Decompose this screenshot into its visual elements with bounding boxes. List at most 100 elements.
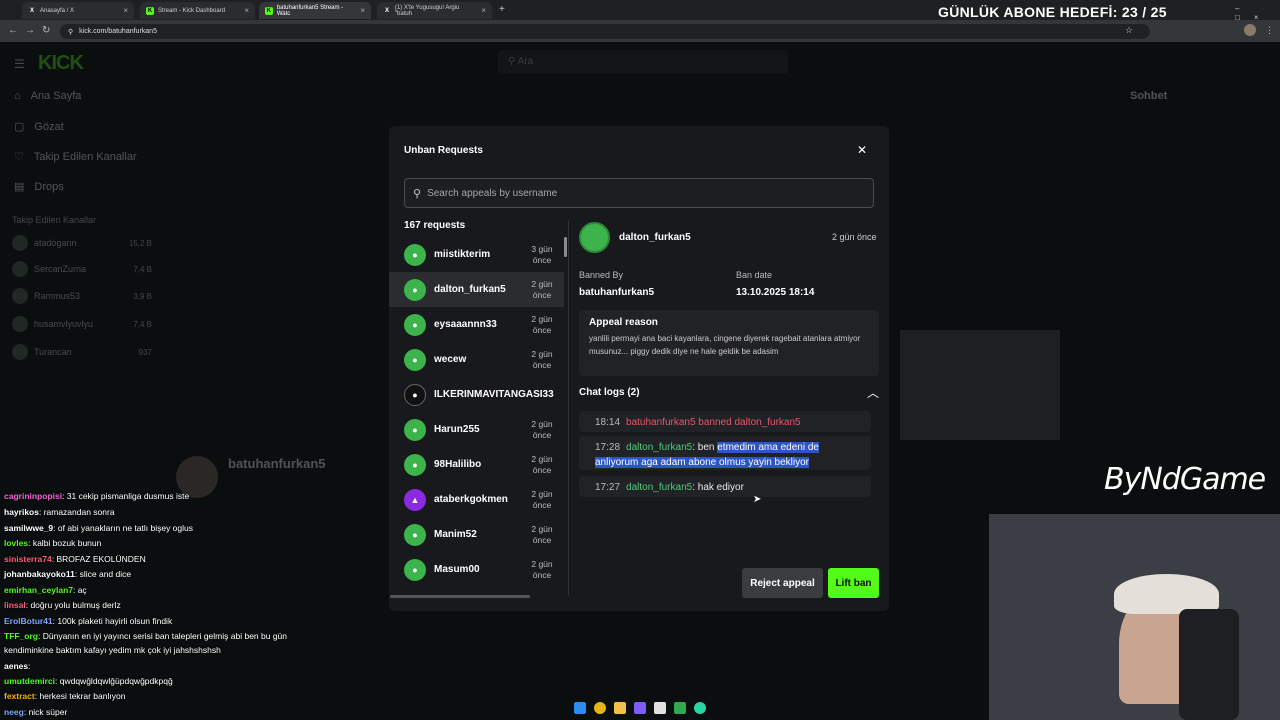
avatar: ● <box>404 243 426 266</box>
chat-message: johanbakayoko11: slice and dice <box>4 569 131 579</box>
tab-title: (1) X'te Yugusugu! Argiu "batuh <box>394 4 460 17</box>
request-time: 3 gün önce <box>531 243 553 265</box>
request-item[interactable]: ▲ ataberkgokmen 2 gün önce <box>389 482 564 517</box>
tab-title: batuhanfurkan5 Stream - Watc <box>276 4 344 17</box>
request-time: 2 gün önce <box>531 523 553 545</box>
reload-icon[interactable]: ↻ <box>42 25 50 36</box>
close-tab-icon[interactable]: × <box>481 6 486 15</box>
request-username: Manim52 <box>434 529 477 540</box>
back-icon[interactable]: ← <box>8 25 18 36</box>
address-bar[interactable]: ⚲ kick.com/batuhanfurkan5 <box>60 24 1150 39</box>
chat-username: neeg <box>4 707 24 717</box>
channel-name: husamvlyuvlyu <box>34 319 94 329</box>
followed-channel[interactable]: Rammus53 3,9 B <box>12 288 152 304</box>
followed-channel[interactable]: husamvlyuvlyu 7,4 B <box>12 316 152 332</box>
browser-tab-active[interactable]: K batuhanfurkan5 Stream - Watc × <box>259 2 371 19</box>
menu-icon[interactable]: ☰ <box>14 57 25 71</box>
request-list[interactable]: ● miistikterim 3 gün önce ● dalton_furkan5 2… <box>389 237 564 597</box>
windows-start-icon[interactable] <box>574 702 586 714</box>
lift-ban-button[interactable]: Lift ban <box>828 568 879 598</box>
nav-label: Takip Edilen Kanallar <box>33 150 137 163</box>
chat-text: : aç <box>72 585 87 595</box>
channel-name: Turancan <box>34 347 72 357</box>
modal-title: Unban Requests <box>404 145 483 156</box>
request-item[interactable]: ● Masum00 2 gün önce <box>389 552 564 587</box>
browser-tab[interactable]: K Stream - Kick Dashboard × <box>140 2 255 19</box>
file-explorer-icon[interactable] <box>614 702 626 714</box>
mouse-cursor: ➤ <box>753 494 762 505</box>
request-item[interactable]: ● eysaaannn33 2 gün önce <box>389 307 564 342</box>
channel-name: SercanZurna <box>34 264 87 274</box>
app-icon[interactable] <box>674 702 686 714</box>
chat-username: fextract <box>4 691 35 701</box>
request-username: miistikterim <box>434 249 491 260</box>
chat-log-entry: 17:27 dalton_furkan5: hak ediyor <box>579 476 871 497</box>
followed-channel[interactable]: SercanZurna 7,4 B <box>12 261 152 277</box>
browser-tab[interactable]: X (1) X'te Yugusugu! Argiu "batuh × <box>377 2 492 19</box>
request-item[interactable]: ● 98Halilibo 2 gün önce <box>389 447 564 482</box>
chat-text: : BROFAZ EKOLÜNDEN <box>51 554 146 564</box>
app-icon[interactable] <box>694 702 706 714</box>
appeal-search-input[interactable] <box>427 187 848 199</box>
request-username: dalton_furkan5 <box>434 284 506 295</box>
close-icon[interactable]: ✕ <box>857 143 867 157</box>
chat-username: cagrininpopisi <box>4 491 63 501</box>
request-item[interactable]: ● miistikterim 3 gün önce <box>389 237 564 272</box>
site-search-input[interactable]: ⚲ Ara <box>498 50 788 74</box>
request-item-selected[interactable]: ● dalton_furkan5 2 gün önce <box>389 272 564 307</box>
log-time: 17:28 <box>595 442 621 453</box>
x-app-icon[interactable] <box>654 702 666 714</box>
chat-message: samilwwe_9: of abi yanakların ne tatlı b… <box>4 523 193 533</box>
chat-text: : of abi yanakların ne tatlı bişey oglus <box>53 523 194 533</box>
profile-avatar[interactable] <box>1244 24 1256 36</box>
request-username: wecew <box>434 354 467 365</box>
close-tab-icon[interactable]: × <box>244 6 249 15</box>
chat-username: TFF_org <box>4 631 38 641</box>
stream-video-frame <box>900 330 1060 440</box>
avatar: ● <box>404 348 426 371</box>
chrome-icon[interactable] <box>594 702 606 714</box>
star-icon[interactable]: ☆ <box>1125 25 1133 36</box>
close-tab-icon[interactable]: × <box>360 6 365 15</box>
nav-following[interactable]: ♡ Takip Edilen Kanallar <box>14 150 137 164</box>
discord-icon[interactable] <box>634 702 646 714</box>
forward-icon[interactable]: → <box>25 25 35 36</box>
reject-appeal-button[interactable]: Reject appeal <box>742 568 823 598</box>
request-username: ataberkgokmen <box>434 494 508 505</box>
browser-tab[interactable]: X Anasayfa / X × <box>22 2 134 19</box>
nav-home[interactable]: ⌂ Ana Sayfa <box>14 90 81 102</box>
viewer-count: 937 <box>138 347 152 357</box>
channel-name[interactable]: batuhanfurkan5 <box>228 456 326 471</box>
nav-drops[interactable]: ▤ Drops <box>14 180 64 194</box>
avatar <box>12 344 28 360</box>
new-tab-icon[interactable]: + <box>499 4 505 15</box>
avatar <box>12 261 28 277</box>
browser-menu-icon[interactable]: ⋮ <box>1265 25 1274 36</box>
chevron-up-icon[interactable]: ︿ <box>867 384 879 401</box>
horizontal-scrollbar[interactable] <box>390 595 530 598</box>
request-item[interactable]: ● Manim52 2 gün önce <box>389 517 564 552</box>
nav-label: Drops <box>34 180 64 193</box>
chat-message: sinisterra74: BROFAZ EKOLÜNDEN <box>4 554 146 564</box>
avatar: ● <box>404 313 426 336</box>
ban-date-label: Ban date <box>736 270 773 280</box>
close-tab-icon[interactable]: × <box>123 6 128 15</box>
followed-channel[interactable]: Turancan 937 <box>12 344 152 360</box>
banned-by-value: batuhanfurkan5 <box>579 287 655 298</box>
chat-text: : 31 cekip pismanliga dusmus iste <box>62 491 190 501</box>
request-item[interactable]: ● Harun255 2 gün önce <box>389 412 564 447</box>
followed-channel[interactable]: atadogann 15,2 B <box>12 235 152 251</box>
nav-browse[interactable]: ▢ Gözat <box>14 120 64 134</box>
drops-icon: ▤ <box>14 181 25 193</box>
chat-username: lovles <box>4 538 29 548</box>
channel-name: atadogann <box>34 238 77 248</box>
list-scrollbar[interactable] <box>564 237 567 257</box>
request-item[interactable]: ● ILKERINMAVITANGASI33 <box>389 377 564 412</box>
appeal-search-field[interactable]: ⚲ <box>404 178 874 208</box>
appeal-title: Appeal reason <box>589 317 658 328</box>
request-item[interactable]: ● wecew 2 gün önce <box>389 342 564 377</box>
detail-time: 2 gün önce <box>832 232 877 242</box>
site-info-icon[interactable]: ⚲ <box>68 28 73 36</box>
kick-logo[interactable]: KICK <box>38 52 84 75</box>
log-username: dalton_furkan5 <box>626 482 693 493</box>
